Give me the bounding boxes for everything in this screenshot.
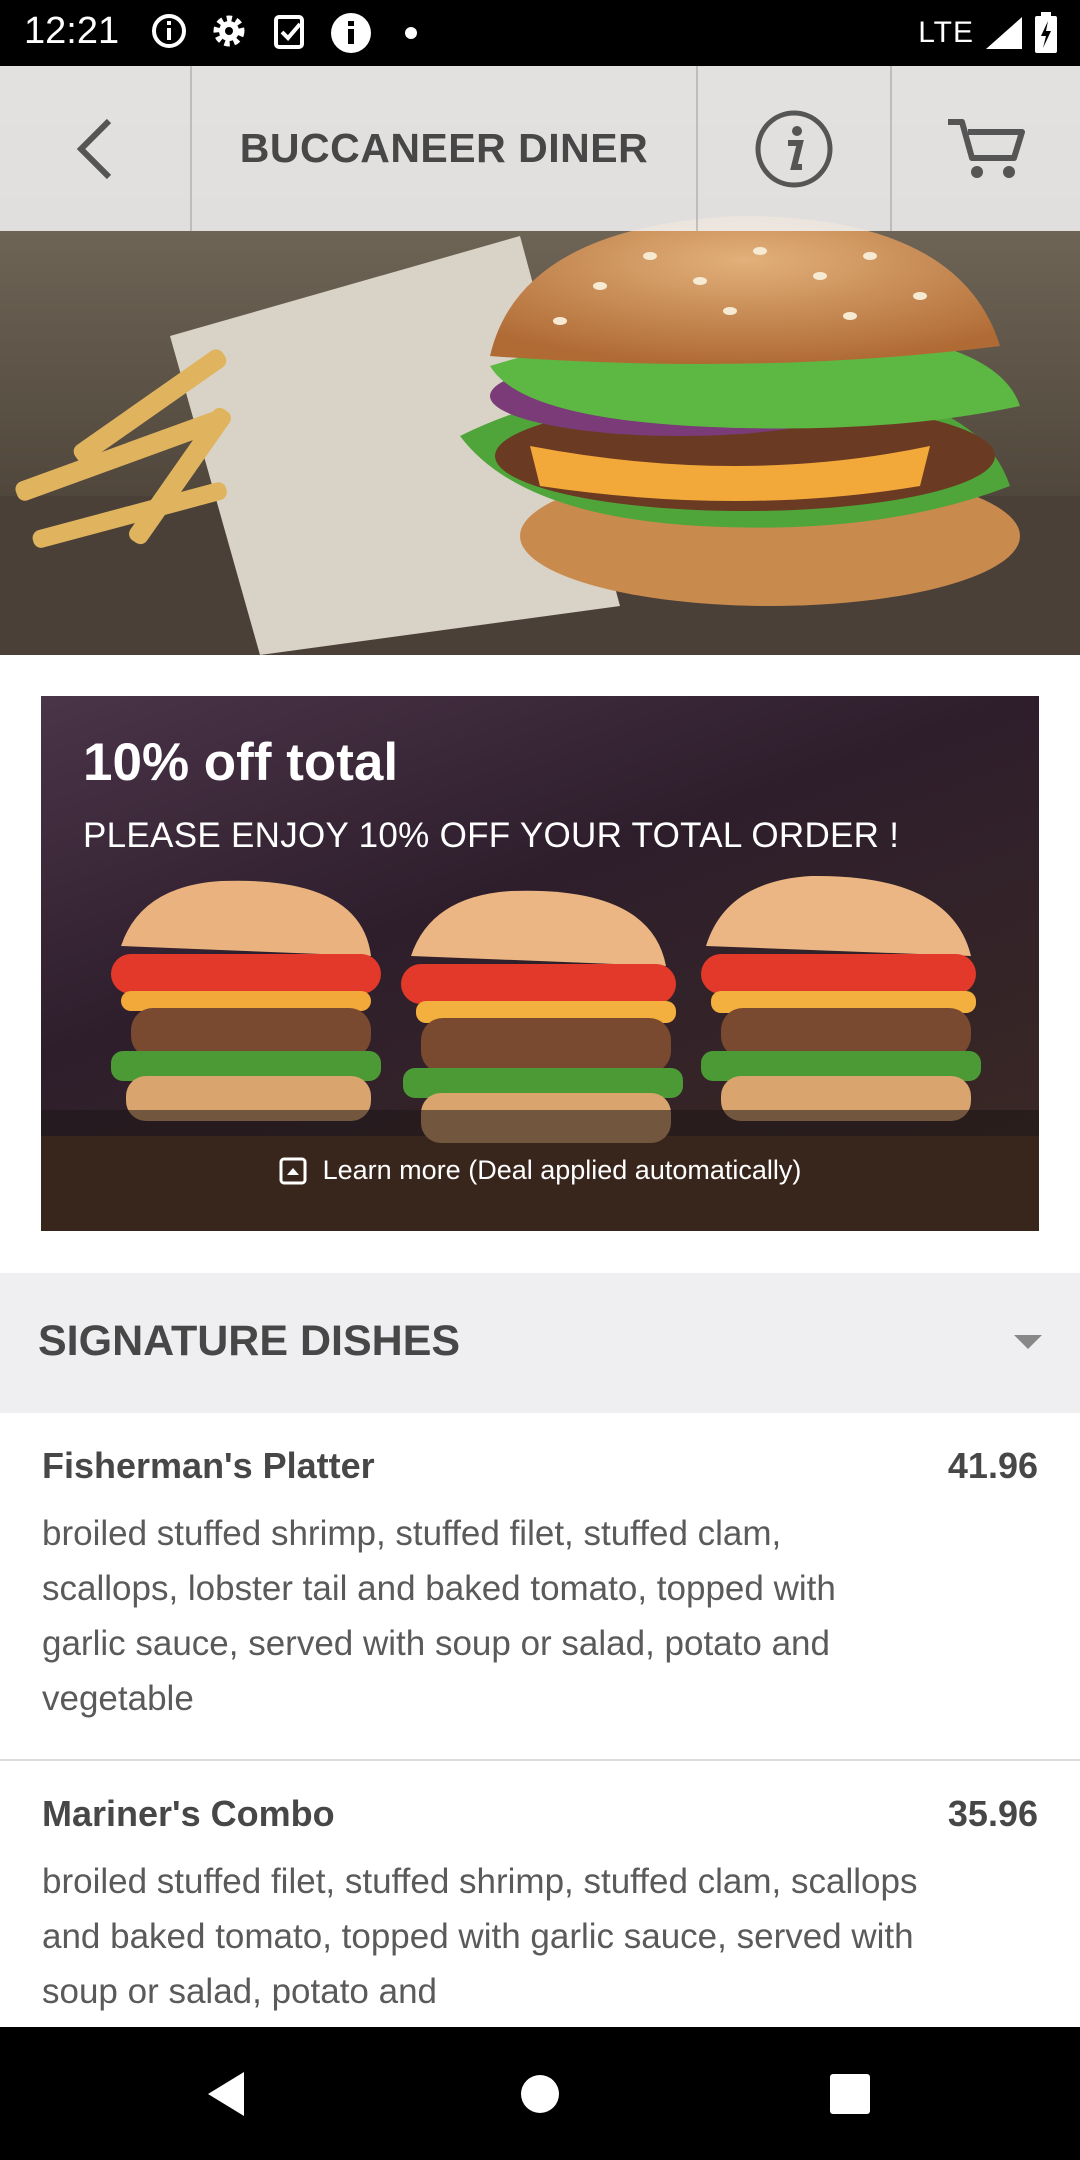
menu-item-description: broiled stuffed shrimp, stuffed filet, s… — [42, 1514, 836, 1718]
nav-back-button[interactable] — [156, 2027, 296, 2160]
status-time: 12:21 — [24, 10, 120, 52]
gear-icon — [213, 15, 245, 47]
menu-item-price: 41.96 — [947, 1445, 1038, 1486]
deal-footer-text: Learn more (Deal applied automatically) — [322, 1155, 802, 1185]
cart-button[interactable] — [892, 66, 1080, 231]
info-circle-icon — [152, 14, 186, 48]
menu-item[interactable]: Mariner's Combo 35.96 broiled stuffed fi… — [0, 1761, 1080, 2027]
info-icon — [755, 110, 833, 187]
menu-item[interactable]: Fisherman's Platter 41.96 broiled stuffe… — [0, 1413, 1080, 1759]
page-title: BUCCANEER DINER — [239, 125, 649, 171]
menu-item-price: 35.96 — [947, 1793, 1038, 1834]
menu-item-description: broiled stuffed filet, stuffed shrimp, s… — [42, 1862, 918, 2011]
nav-home-button[interactable] — [470, 2027, 610, 2160]
network-type: LTE — [918, 16, 974, 49]
deal-learn-more[interactable]: Learn more (Deal applied automatically) — [41, 1110, 1039, 1231]
deal-subtitle: PLEASE ENJOY 10% OFF YOUR TOTAL ORDER ! — [83, 816, 900, 855]
status-bar: 12:21 LTE — [0, 0, 1080, 66]
deal-title: 10% off total — [83, 733, 399, 792]
nav-back-icon — [208, 2071, 244, 2116]
section-title: SIGNATURE DISHES — [38, 1317, 461, 1365]
section-header-signature-dishes[interactable]: SIGNATURE DISHES — [0, 1273, 1080, 1413]
signal-icon — [986, 17, 1022, 49]
dropdown-arrow-icon — [1014, 1335, 1042, 1349]
menu-item-name: Fisherman's Platter — [42, 1445, 375, 1486]
battery-icon — [1035, 12, 1057, 53]
header-bar: BUCCANEER DINER — [0, 66, 1080, 231]
navigation-bar — [0, 2027, 1080, 2160]
nav-home-icon — [521, 2074, 559, 2113]
info-button[interactable] — [698, 66, 890, 231]
dot-icon — [405, 27, 417, 39]
nav-recents-button[interactable] — [780, 2027, 920, 2160]
back-button[interactable] — [0, 66, 190, 231]
page-title-cell: BUCCANEER DINER — [192, 66, 696, 231]
cart-icon — [948, 118, 1025, 178]
chevron-left-icon — [76, 118, 112, 179]
nav-recents-icon — [830, 2073, 870, 2114]
info-filled-icon — [331, 13, 371, 53]
menu-item-name: Mariner's Combo — [42, 1793, 335, 1834]
expand-icon — [279, 1157, 307, 1184]
deal-card[interactable]: 10% off total PLEASE ENJOY 10% OFF YOUR … — [41, 696, 1039, 1231]
clipboard-check-icon — [274, 15, 304, 49]
